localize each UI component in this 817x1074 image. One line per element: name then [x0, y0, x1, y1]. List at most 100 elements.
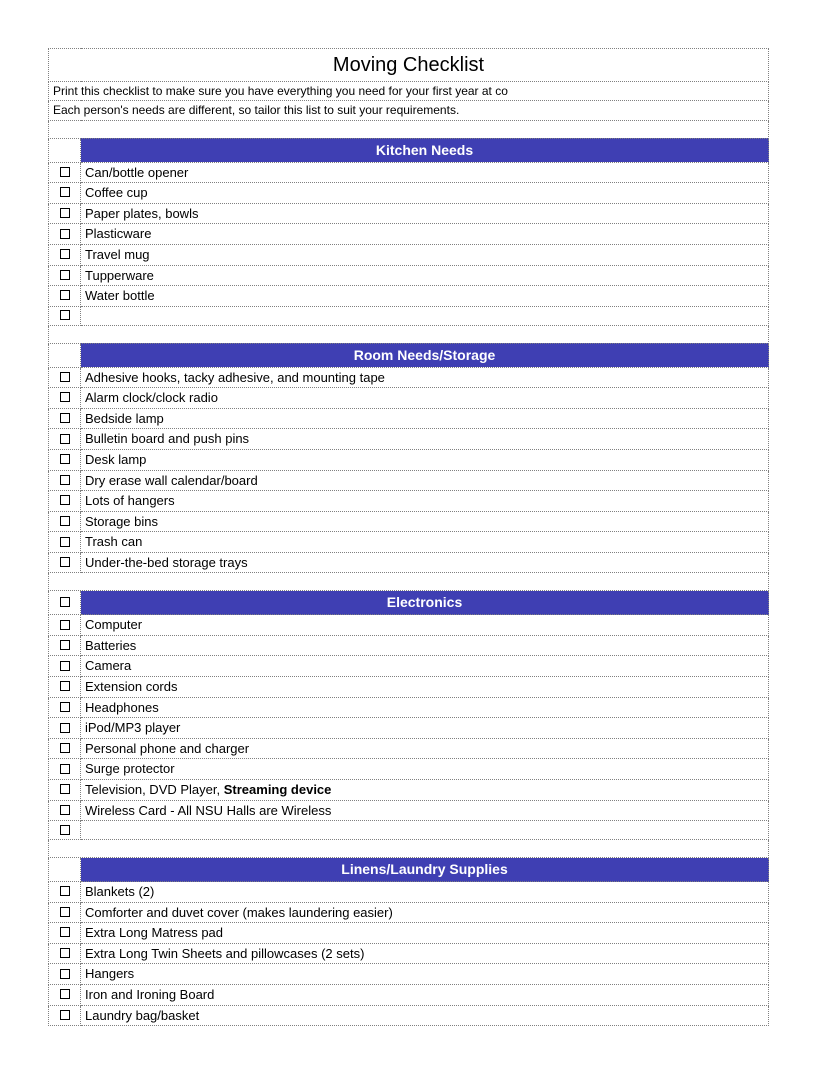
section-header: Kitchen Needs: [81, 138, 769, 162]
item-checkbox-cell: [49, 244, 81, 265]
list-item: Extra Long Twin Sheets and pillowcases (…: [81, 943, 769, 964]
item-checkbox-cell: [49, 449, 81, 470]
checkbox-icon[interactable]: [60, 372, 70, 382]
list-item: Paper plates, bowls: [81, 203, 769, 224]
checkbox-icon[interactable]: [60, 434, 70, 444]
list-item: Camera: [81, 656, 769, 677]
checkbox-icon[interactable]: [60, 229, 70, 239]
checkbox-icon[interactable]: [60, 948, 70, 958]
checkbox-icon[interactable]: [60, 537, 70, 547]
item-checkbox-cell: [49, 677, 81, 698]
checkbox-icon[interactable]: [60, 475, 70, 485]
item-text: Television, DVD Player,: [85, 782, 224, 797]
checkbox-icon[interactable]: [60, 187, 70, 197]
item-checkbox-cell: [49, 984, 81, 1005]
item-checkbox-cell: [49, 964, 81, 985]
checkbox-icon[interactable]: [60, 413, 70, 423]
item-checkbox-cell: [49, 306, 81, 325]
item-checkbox-cell: [49, 408, 81, 429]
item-checkbox-cell: [49, 656, 81, 677]
checkbox-icon[interactable]: [60, 1010, 70, 1020]
checkbox-icon[interactable]: [60, 723, 70, 733]
list-item: Computer: [81, 615, 769, 636]
item-checkbox-cell: [49, 203, 81, 224]
item-checkbox-cell: [49, 923, 81, 944]
list-item: Can/bottle opener: [81, 162, 769, 183]
item-checkbox-cell: [49, 286, 81, 307]
list-item: Television, DVD Player, Streaming device: [81, 780, 769, 801]
checkbox-icon[interactable]: [60, 927, 70, 937]
list-item: Laundry bag/basket: [81, 1005, 769, 1026]
list-item: Adhesive hooks, tacky adhesive, and moun…: [81, 367, 769, 388]
checkbox-icon[interactable]: [60, 989, 70, 999]
checklist-table: Moving ChecklistPrint this checklist to …: [48, 48, 769, 1026]
list-item: Coffee cup: [81, 183, 769, 204]
checkbox-icon[interactable]: [60, 495, 70, 505]
list-item: iPod/MP3 player: [81, 718, 769, 739]
item-checkbox-cell: [49, 738, 81, 759]
checkbox-icon[interactable]: [60, 249, 70, 259]
checkbox-icon[interactable]: [60, 557, 70, 567]
list-item: Headphones: [81, 697, 769, 718]
checkbox-icon[interactable]: [60, 392, 70, 402]
item-checkbox-cell: [49, 532, 81, 553]
item-checkbox-cell: [49, 943, 81, 964]
checkbox-icon[interactable]: [60, 454, 70, 464]
checkbox-icon[interactable]: [60, 640, 70, 650]
list-item: Travel mug: [81, 244, 769, 265]
checkbox-icon[interactable]: [60, 681, 70, 691]
checkbox-icon[interactable]: [60, 907, 70, 917]
list-item: Tupperware: [81, 265, 769, 286]
list-item: Personal phone and charger: [81, 738, 769, 759]
list-item: Extension cords: [81, 677, 769, 698]
item-checkbox-cell: [49, 697, 81, 718]
checkbox-icon[interactable]: [60, 702, 70, 712]
list-item: Dry erase wall calendar/board: [81, 470, 769, 491]
list-item: Comforter and duvet cover (makes launder…: [81, 902, 769, 923]
checkbox-icon[interactable]: [60, 886, 70, 896]
checkbox-icon[interactable]: [60, 167, 70, 177]
checkbox-icon[interactable]: [60, 764, 70, 774]
list-item: Storage bins: [81, 511, 769, 532]
section-header: Linens/Laundry Supplies: [81, 858, 769, 882]
intro-line: Each person's needs are different, so ta…: [49, 101, 769, 120]
item-checkbox-cell: [49, 491, 81, 512]
item-checkbox-cell: [49, 224, 81, 245]
checkbox-icon[interactable]: [60, 825, 70, 835]
list-item: Under-the-bed storage trays: [81, 552, 769, 573]
checkbox-icon[interactable]: [60, 208, 70, 218]
item-checkbox-cell: [49, 615, 81, 636]
checkbox-icon[interactable]: [60, 516, 70, 526]
item-checkbox-cell: [49, 718, 81, 739]
list-item: Extra Long Matress pad: [81, 923, 769, 944]
item-checkbox-cell: [49, 1005, 81, 1026]
spacer-row: [49, 120, 769, 138]
item-checkbox-cell: [49, 511, 81, 532]
item-checkbox-cell: [49, 759, 81, 780]
checkbox-icon[interactable]: [60, 597, 70, 607]
checkbox-icon[interactable]: [60, 743, 70, 753]
checkbox-icon[interactable]: [60, 290, 70, 300]
item-checkbox-cell: [49, 552, 81, 573]
checkbox-icon[interactable]: [60, 620, 70, 630]
list-item: [81, 821, 769, 840]
checkbox-icon[interactable]: [60, 805, 70, 815]
list-item: Hangers: [81, 964, 769, 985]
section-header-left: [49, 591, 81, 615]
item-checkbox-cell: [49, 902, 81, 923]
list-item: Blankets (2): [81, 882, 769, 903]
item-checkbox-cell: [49, 429, 81, 450]
checkbox-icon[interactable]: [60, 270, 70, 280]
list-item: Batteries: [81, 635, 769, 656]
item-checkbox-cell: [49, 821, 81, 840]
list-item: Wireless Card - All NSU Halls are Wirele…: [81, 800, 769, 821]
checkbox-icon[interactable]: [60, 310, 70, 320]
checkbox-icon[interactable]: [60, 661, 70, 671]
spacer-row: [49, 573, 769, 591]
item-checkbox-cell: [49, 470, 81, 491]
checkbox-icon[interactable]: [60, 784, 70, 794]
checkbox-icon[interactable]: [60, 969, 70, 979]
item-checkbox-cell: [49, 183, 81, 204]
section-header: Room Needs/Storage: [81, 343, 769, 367]
list-item: Bedside lamp: [81, 408, 769, 429]
